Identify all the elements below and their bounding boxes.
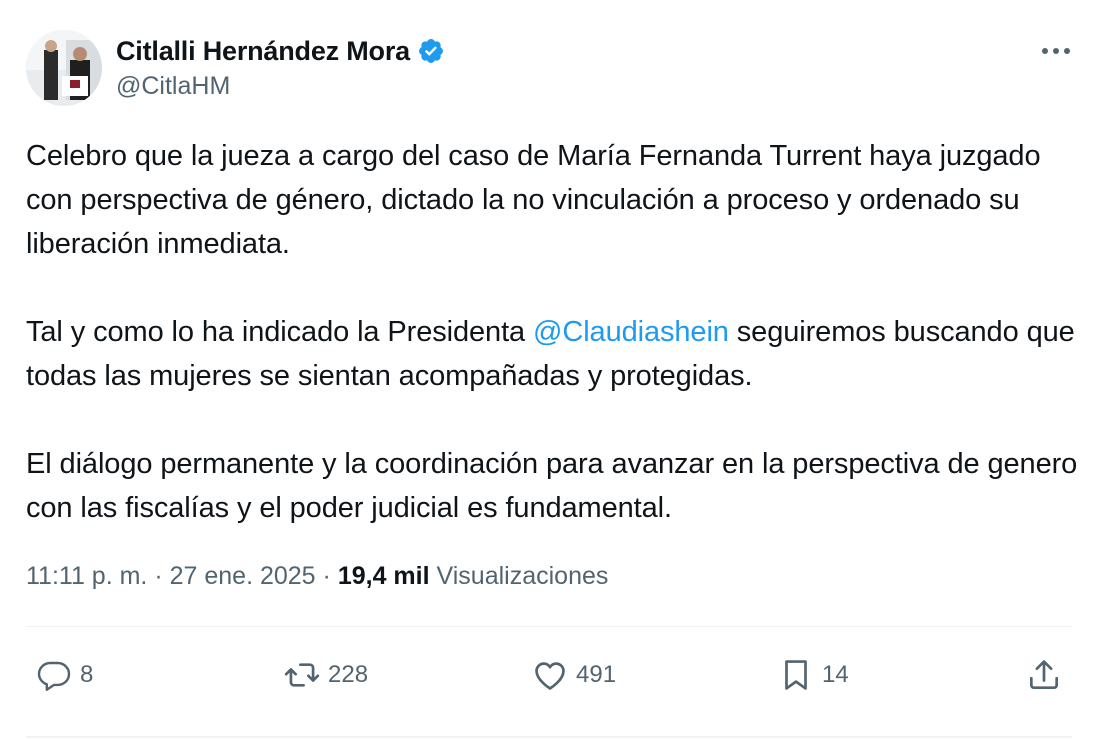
mention-link[interactable]: @Claudiashein bbox=[533, 316, 729, 348]
more-dots-icon[interactable] bbox=[1036, 34, 1076, 68]
avatar[interactable] bbox=[26, 30, 102, 106]
like-button[interactable]: 491 bbox=[530, 650, 616, 700]
author-display-name[interactable]: Citlalli Hernández Mora bbox=[116, 36, 410, 67]
bottom-divider bbox=[26, 736, 1072, 738]
views-label: Visualizaciones bbox=[436, 562, 609, 590]
reply-count: 8 bbox=[80, 661, 94, 688]
meta-separator-2: · bbox=[322, 562, 331, 590]
tweet-date[interactable]: 27 ene. 2025 bbox=[170, 562, 316, 590]
share-upload-icon bbox=[1024, 655, 1064, 695]
heart-icon bbox=[530, 655, 570, 695]
verified-badge-icon[interactable] bbox=[417, 37, 445, 65]
repost-count: 228 bbox=[328, 661, 369, 688]
tweet-paragraph-2-start: Tal y como lo ha indicado la Presidenta bbox=[26, 316, 534, 348]
reply-button[interactable]: 8 bbox=[34, 650, 93, 700]
author-block: Citlalli Hernández Mora @CitlaHM bbox=[116, 34, 445, 101]
tweet-text: Celebro que la jueza a cargo del caso de… bbox=[26, 134, 1086, 530]
reply-bubble-icon bbox=[34, 655, 74, 695]
tweet-paragraph-1: Celebro que la jueza a cargo del caso de… bbox=[26, 140, 1041, 260]
tweet-card: Citlalli Hernández Mora @CitlaHM Celebro… bbox=[0, 0, 1120, 740]
bookmark-count: 14 bbox=[822, 661, 849, 688]
like-count: 491 bbox=[576, 661, 617, 688]
tweet-meta: 11:11 p. m. · 27 ene. 2025 · 19,4 mil Vi… bbox=[26, 562, 608, 591]
repost-button[interactable]: 228 bbox=[282, 650, 368, 700]
action-bar: 8 228 491 14 bbox=[26, 650, 1072, 700]
author-handle[interactable]: @CitlaHM bbox=[116, 72, 445, 101]
bookmark-button[interactable]: 14 bbox=[776, 650, 849, 700]
repost-arrows-icon bbox=[282, 655, 322, 695]
tweet-paragraph-3: El diálogo permanente y la coordinación … bbox=[26, 448, 1078, 524]
views-count: 19,4 mil bbox=[337, 562, 430, 590]
bookmark-icon bbox=[776, 655, 816, 695]
tweet-time[interactable]: 11:11 p. m. bbox=[26, 562, 147, 590]
name-row: Citlalli Hernández Mora bbox=[116, 34, 445, 68]
tweet-paragraph-2: Tal y como lo ha indicado la Presidenta … bbox=[26, 310, 1086, 398]
divider bbox=[26, 626, 1072, 627]
meta-separator: · bbox=[154, 562, 163, 590]
share-button[interactable] bbox=[1024, 650, 1064, 700]
